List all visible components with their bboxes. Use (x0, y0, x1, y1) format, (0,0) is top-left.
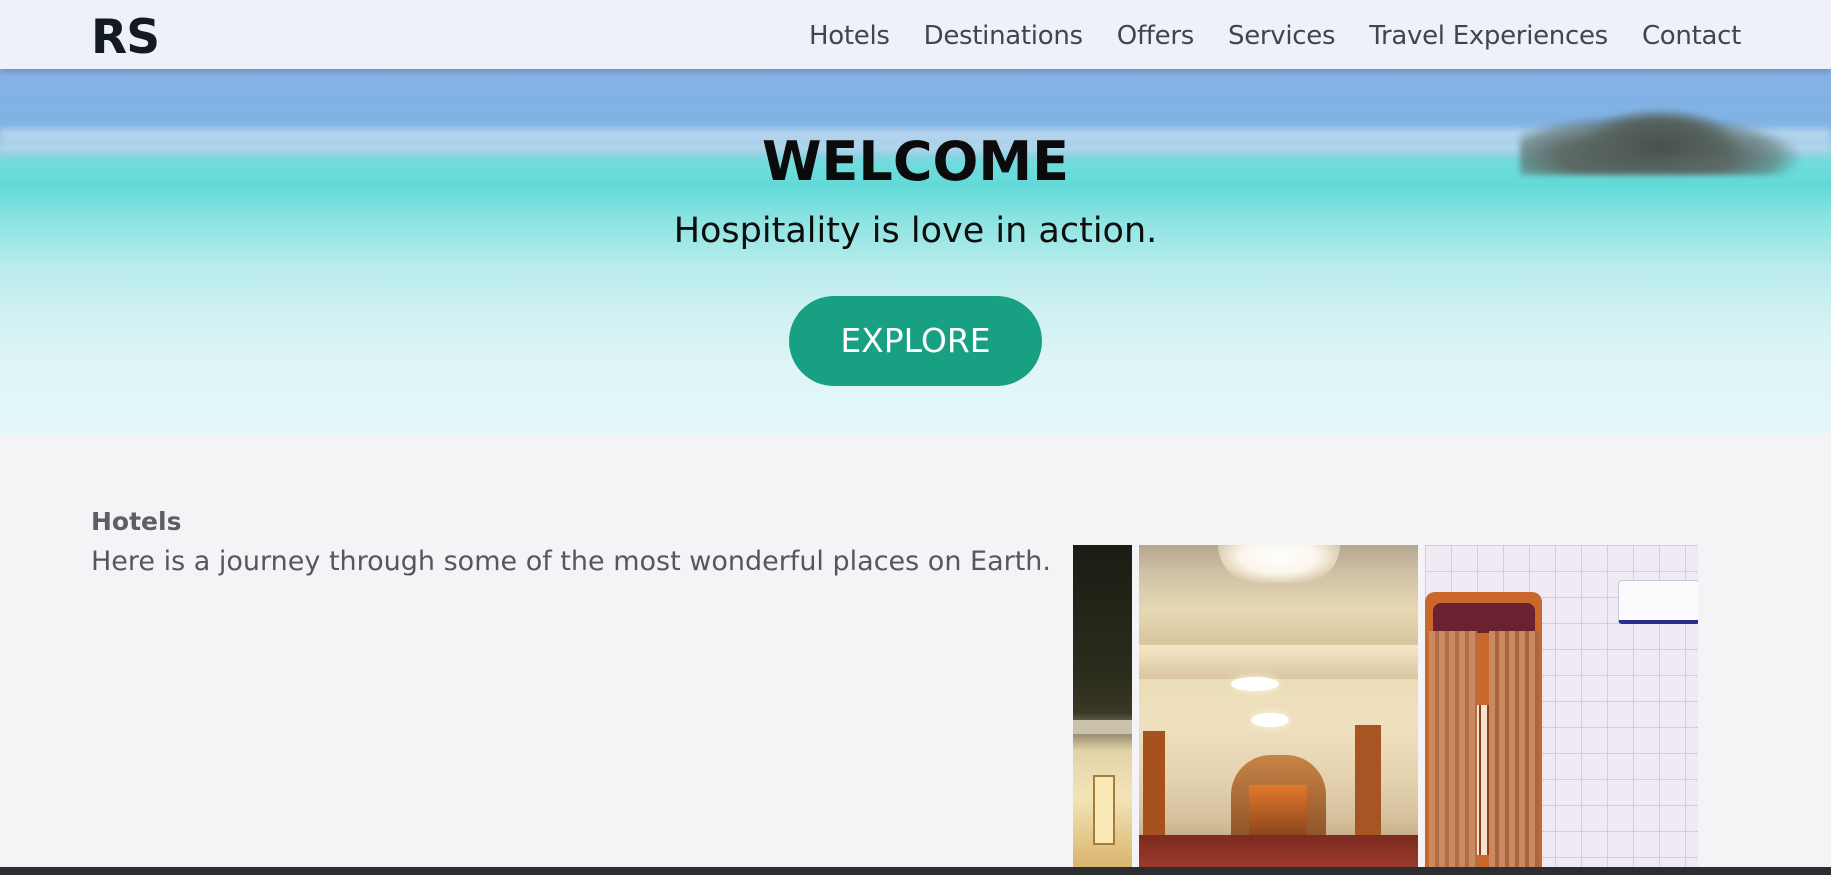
hotel-photo-exterior[interactable] (1073, 545, 1132, 867)
browser-bottom-edge (0, 867, 1831, 875)
hotels-section: Hotels Here is a journey through some of… (0, 433, 1831, 867)
explore-button[interactable]: EXPLORE (789, 296, 1042, 386)
nav-link-offers[interactable]: Offers (1117, 18, 1195, 54)
hero-banner: WELCOME Hospitality is love in action. E… (0, 69, 1831, 433)
photo-detail (1429, 631, 1477, 867)
nav-link-contact[interactable]: Contact (1642, 18, 1741, 54)
hero-tagline: Hospitality is love in action. (673, 211, 1158, 251)
photo-detail (1231, 677, 1279, 691)
photo-detail (1139, 835, 1418, 867)
photo-detail (1433, 603, 1535, 633)
site-logo[interactable]: RS (91, 10, 160, 66)
photo-detail (1093, 775, 1115, 845)
hotel-photo-room[interactable] (1425, 545, 1698, 867)
photo-detail (1251, 713, 1289, 727)
nav-link-services[interactable]: Services (1228, 18, 1336, 54)
nav-link-hotels[interactable]: Hotels (809, 18, 890, 54)
section-title: Hotels (91, 507, 182, 536)
hero-heading: WELCOME (761, 130, 1070, 193)
photo-detail (1618, 580, 1698, 624)
photo-detail (1139, 645, 1418, 679)
photo-detail (1489, 631, 1539, 867)
photo-detail (1218, 545, 1340, 583)
nav-link-destinations[interactable]: Destinations (924, 18, 1083, 54)
nav-link-travel-experiences[interactable]: Travel Experiences (1369, 18, 1608, 54)
photo-detail (1073, 720, 1132, 734)
top-navbar: RS Hotels Destinations Offers Services T… (0, 0, 1831, 69)
section-description: Here is a journey through some of the mo… (91, 546, 1052, 577)
hotel-photo-hallway[interactable] (1139, 545, 1418, 867)
main-nav: Hotels Destinations Offers Services Trav… (809, 18, 1741, 54)
